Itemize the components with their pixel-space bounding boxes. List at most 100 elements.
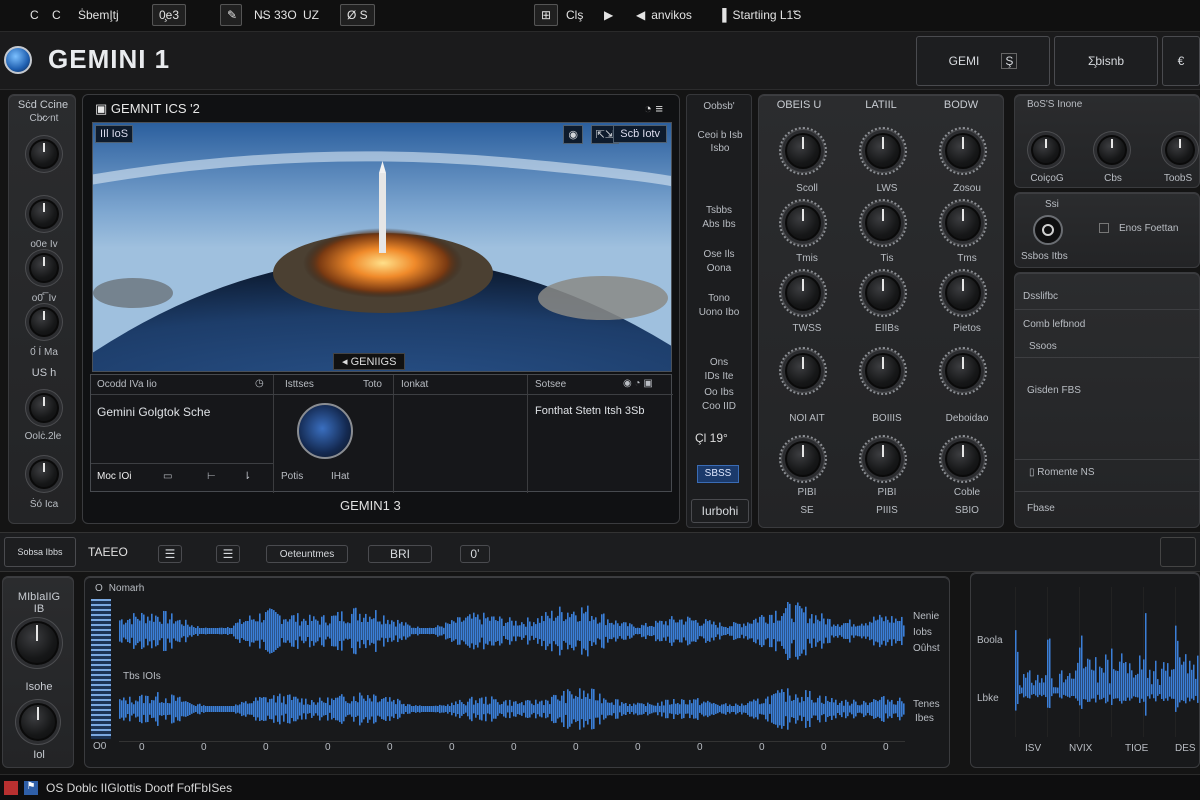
forward-button[interactable]: C <box>52 4 61 26</box>
knob-r5-c2[interactable] <box>865 441 901 477</box>
waveform-sample <box>705 702 707 716</box>
knob-r2-c1[interactable] <box>785 205 821 241</box>
back-button[interactable]: C <box>30 4 39 26</box>
waveform-track-2[interactable] <box>119 681 905 737</box>
toolbar2-button-6[interactable]: 0ʼ <box>460 545 490 563</box>
left-knob-1[interactable] <box>29 139 59 169</box>
waveform-sample <box>151 613 153 649</box>
waveform-sample <box>813 702 815 716</box>
status-record-icon[interactable] <box>4 781 18 795</box>
mid-strip-button[interactable]: Iurbohi <box>691 499 749 523</box>
knob-r3-c3[interactable] <box>945 275 981 311</box>
right-checkbox[interactable] <box>1099 223 1109 233</box>
spectrum-view[interactable] <box>1015 587 1199 737</box>
right-panel-title: BoS'S Inone <box>1027 99 1083 110</box>
settings-icon[interactable]: Ø S <box>340 4 375 26</box>
waveform-sample <box>829 619 831 643</box>
edit-icon[interactable]: ✎ <box>220 4 242 26</box>
waveform-sample <box>559 700 561 718</box>
menu-item-7[interactable]: ▐ Startiing L1̃S <box>718 4 801 26</box>
waveform-sample <box>499 704 501 714</box>
toolbar2-left-label[interactable]: Sobsa Ibbs <box>4 537 76 567</box>
viewport-tool-left[interactable]: IIl IoS <box>95 125 134 143</box>
cell2-dial[interactable] <box>297 403 353 459</box>
cell1-foot-icon1[interactable]: ▭ <box>163 471 172 482</box>
waveform-sample <box>327 625 329 637</box>
waveform-sample <box>175 700 177 718</box>
waveform-sample <box>375 695 377 723</box>
knob-label-r1-c3: Zosou <box>953 183 981 194</box>
right-knob-2[interactable] <box>1097 135 1127 165</box>
knob-r4-c1[interactable] <box>785 353 821 389</box>
bottom-left-knob-1[interactable] <box>15 621 59 665</box>
menu-item-4[interactable]: UZ <box>303 4 319 26</box>
grid-icon[interactable]: ⊞ <box>534 4 559 26</box>
waveform-sample <box>509 617 511 645</box>
knob-r3-c1[interactable] <box>785 275 821 311</box>
record-button[interactable] <box>1033 215 1063 245</box>
header-button-2[interactable]: Σ̧bisnb <box>1054 36 1158 86</box>
video-menu-icon[interactable]: ◔ ≡ <box>644 101 663 116</box>
waveform-sample <box>393 699 395 719</box>
waveform-sample <box>379 621 381 641</box>
knob-r1-c3[interactable] <box>945 133 981 169</box>
waveform-sample <box>709 702 711 716</box>
menu-item-3[interactable]: N̵S 33O <box>254 4 297 26</box>
toolbar2-right-button[interactable] <box>1160 537 1196 567</box>
waveform-track-1[interactable] <box>119 595 905 667</box>
waveform-sample <box>157 692 159 726</box>
toolbar2-list-icon-2[interactable]: ☰ <box>216 545 240 563</box>
cell1-foot-icon2[interactable]: ⊢ <box>207 471 216 482</box>
viewport-eye-icon[interactable]: ◉ <box>563 125 583 144</box>
waveform-sample <box>863 700 865 718</box>
header-button-1[interactable]: GEMI Ş <box>916 36 1050 86</box>
left-knob-6[interactable] <box>29 459 59 489</box>
cell4-icons[interactable]: ◉ ◔ ▣ <box>623 378 653 389</box>
toolbar2-list-icon-1[interactable]: ☰ <box>158 545 182 563</box>
knob-r5-c3[interactable] <box>945 441 981 477</box>
waveform-sample <box>525 626 527 636</box>
waveform-sample <box>883 696 885 722</box>
toolbar2-button-5[interactable]: BRI <box>368 545 432 563</box>
left-knob-2[interactable] <box>29 199 59 229</box>
left-knob-3[interactable] <box>29 253 59 283</box>
waveform-sample <box>567 689 569 729</box>
header-button-3[interactable]: € <box>1162 36 1200 86</box>
waveform-sample <box>781 689 783 729</box>
waveform-sample <box>643 625 645 637</box>
knob-r4-c3[interactable] <box>945 353 981 389</box>
menu-item-2[interactable]: 0̧e3 <box>152 4 187 26</box>
toolbar2-button-4[interactable]: Oeteuntmes <box>266 545 348 563</box>
right-knob-3[interactable] <box>1165 135 1195 165</box>
right-knob-1[interactable] <box>1031 135 1061 165</box>
waveform-sample <box>391 701 393 717</box>
knob-r5-c1[interactable] <box>785 441 821 477</box>
play-icon[interactable]: ▶ <box>604 4 613 26</box>
video-viewport[interactable]: IIl IoS ◉ ⇱⇲ Scḃ Iotv ◂ GENIIGS <box>92 122 672 372</box>
spectrum-bar <box>1193 664 1195 701</box>
knob-r2-c3[interactable] <box>945 205 981 241</box>
waveform-sample <box>233 706 235 712</box>
waveform-sample <box>593 689 595 729</box>
knob-r1-c2[interactable] <box>865 133 901 169</box>
knob-r3-c2[interactable] <box>865 275 901 311</box>
waveform-sample <box>817 697 819 721</box>
waveform-sample <box>229 628 231 634</box>
menu-item-5[interactable]: Clş <box>566 4 583 26</box>
viewport-tool-right[interactable]: Scḃ Iotv <box>613 125 667 143</box>
mid-strip-badge[interactable]: SBSS <box>697 465 739 483</box>
cell1-foot-icon3[interactable]: ⇂ <box>243 471 251 482</box>
spectrum-bar <box>1167 663 1169 701</box>
timeline-ruler[interactable]: 0 0 0 0 0 0 0 0 0 0 0 0 0 <box>119 741 905 755</box>
bottom-left-knob-2[interactable] <box>19 703 57 741</box>
knob-r2-c2[interactable] <box>865 205 901 241</box>
status-flag-icon[interactable]: ⚑ <box>24 781 38 795</box>
waveform-sample <box>551 610 553 652</box>
knob-r4-c2[interactable] <box>865 353 901 389</box>
waveform-sample <box>293 696 295 722</box>
menu-item-1[interactable]: ṠbemI̧tj <box>78 4 119 26</box>
knob-r1-c1[interactable] <box>785 133 821 169</box>
menu-item-6[interactable]: ◀ anvikos <box>636 4 692 26</box>
left-knob-4[interactable] <box>29 307 59 337</box>
left-knob-5[interactable] <box>29 393 59 423</box>
